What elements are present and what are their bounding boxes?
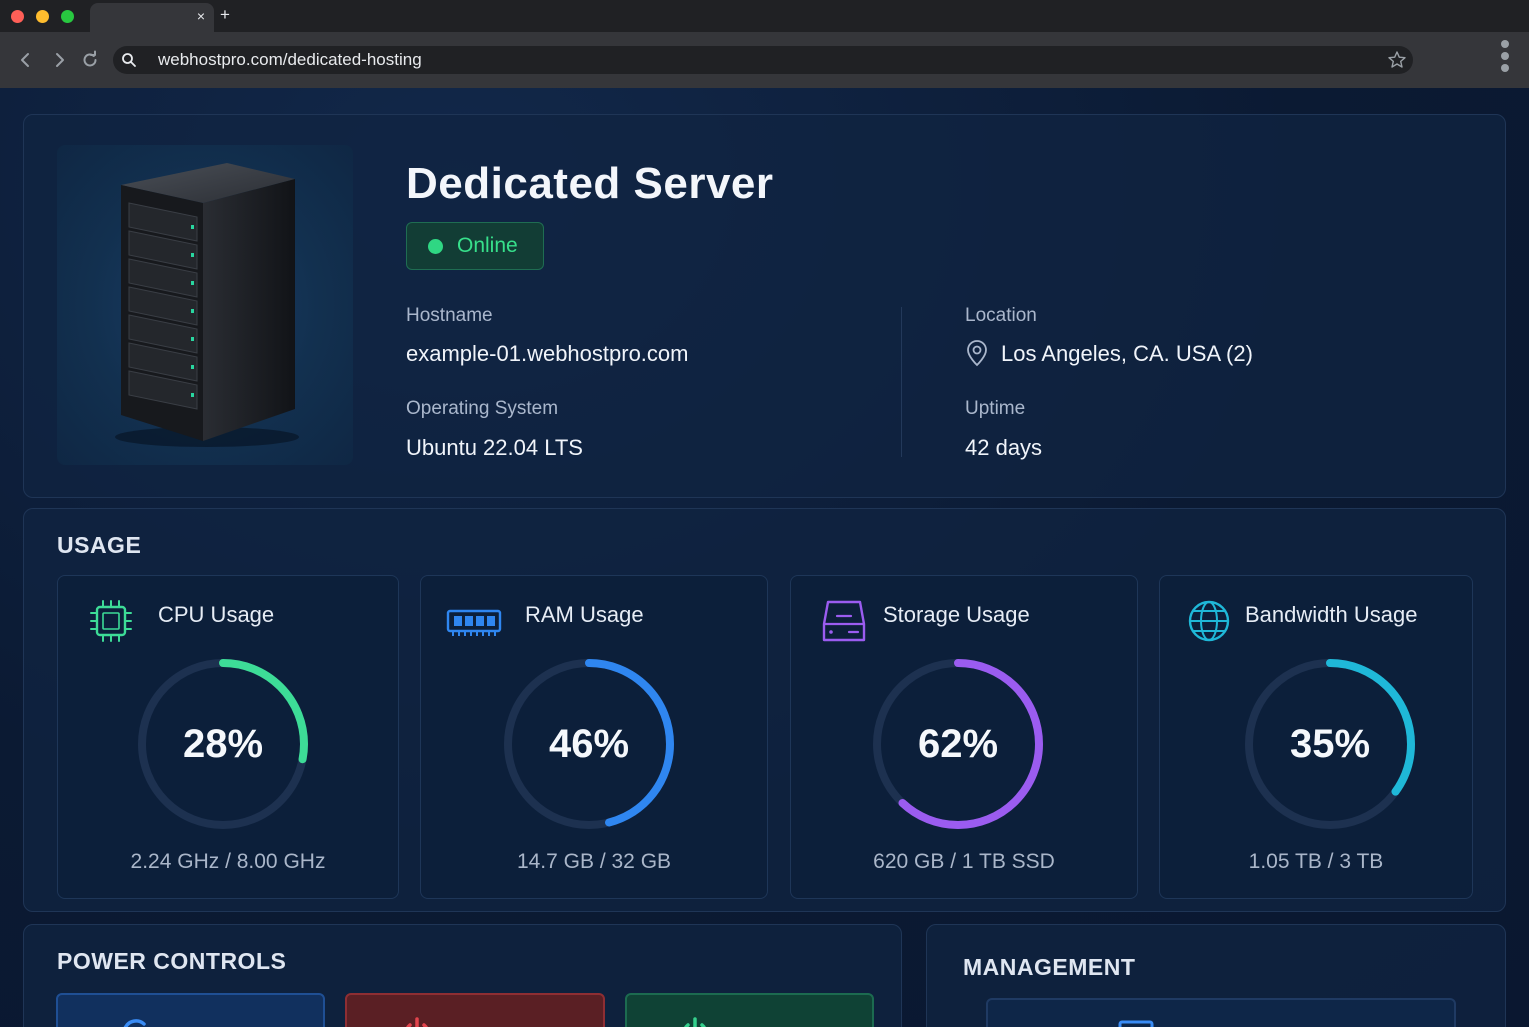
bandwidth-detail: 1.05 TB / 3 TB	[1248, 850, 1384, 873]
page-title: Dedicated Server	[406, 159, 774, 208]
ram-percent: 46%	[548, 722, 630, 766]
location-label: Location	[965, 305, 1037, 326]
hostname-label: Hostname	[406, 305, 493, 326]
power-controls-panel: POWER CONTROLS	[23, 924, 902, 1027]
ram-card-title: RAM Usage	[525, 602, 644, 627]
usage-section-title: USAGE	[57, 532, 142, 558]
bandwidth-percent: 35%	[1289, 722, 1371, 766]
window-close-button[interactable]	[11, 10, 24, 23]
back-arrow-icon[interactable]	[15, 50, 35, 70]
restart-button[interactable]	[56, 993, 325, 1027]
ram-usage-card: RAM Usage 46% 14.7 GB / 32 GB	[420, 575, 768, 899]
hostname-value: example-01.webhostpro.com	[406, 341, 689, 366]
server-image	[57, 145, 353, 465]
bandwidth-usage-card: Bandwidth Usage 35% 1.05 TB / 3 TB	[1159, 575, 1473, 899]
storage-detail: 620 GB / 1 TB SSD	[873, 850, 1055, 873]
location-value: Los Angeles, CA. USA (2)	[1001, 341, 1253, 366]
cpu-usage-card: CPU Usage 28% 2.24 GHz / 8.00 GHz	[57, 575, 399, 899]
os-value: Ubuntu 22.04 LTS	[406, 435, 583, 460]
browser-tab-bar: × +	[0, 0, 1529, 32]
tab-close-icon[interactable]: ×	[194, 8, 208, 24]
uptime-label: Uptime	[965, 398, 1026, 419]
monitor-icon	[1118, 1020, 1154, 1027]
management-panel: MANAGEMENT	[926, 924, 1506, 1027]
location-pin-icon	[967, 340, 987, 367]
storage-percent: 62%	[917, 722, 999, 766]
power-off-icon	[406, 1017, 428, 1027]
management-title: MANAGEMENT	[963, 954, 1136, 980]
globe-icon	[1188, 600, 1230, 642]
browser-toolbar: webhostpro.com/dedicated-hosting	[0, 32, 1529, 88]
cpu-percent: 28%	[182, 722, 264, 766]
cpu-detail: 2.24 GHz / 8.00 GHz	[130, 850, 326, 873]
server-tower-icon	[115, 163, 299, 447]
shutdown-button[interactable]	[345, 993, 605, 1027]
storage-usage-card: Storage Usage 62% 620 GB / 1 TB SSD	[790, 575, 1138, 899]
status-text: Online	[457, 234, 518, 257]
power-on-icon	[684, 1017, 706, 1027]
usage-panel: USAGE CPU Usage 28% 2.24 GHz / 8.00 GHz	[23, 508, 1506, 912]
power-controls-title: POWER CONTROLS	[57, 948, 287, 974]
search-icon	[122, 53, 136, 67]
reload-icon[interactable]	[80, 50, 100, 70]
cpu-icon	[90, 600, 132, 642]
ram-detail: 14.7 GB / 32 GB	[516, 850, 672, 873]
bandwidth-card-title: Bandwidth Usage	[1245, 602, 1418, 627]
url-text[interactable]: webhostpro.com/dedicated-hosting	[158, 51, 422, 69]
page-content: Dedicated Server Online Hostname example…	[0, 88, 1529, 1027]
hard-drive-icon	[822, 600, 866, 642]
window-minimize-button[interactable]	[36, 10, 49, 23]
os-label: Operating System	[406, 398, 559, 419]
browser-tab[interactable]: ×	[90, 3, 214, 32]
ram-icon	[446, 609, 502, 636]
new-tab-button[interactable]: +	[218, 5, 232, 25]
status-dot-icon	[428, 239, 443, 254]
storage-card-title: Storage Usage	[883, 602, 1030, 627]
window-maximize-button[interactable]	[61, 10, 74, 23]
start-button[interactable]	[625, 993, 874, 1027]
status-badge: Online	[406, 222, 544, 270]
bookmark-star-icon[interactable]	[1387, 50, 1407, 70]
forward-arrow-icon[interactable]	[50, 50, 70, 70]
browser-menu-icon[interactable]	[1499, 40, 1511, 76]
management-item[interactable]	[986, 998, 1456, 1027]
info-divider	[901, 307, 902, 457]
cpu-card-title: CPU Usage	[158, 602, 275, 627]
uptime-value: 42 days	[965, 435, 1043, 460]
address-bar[interactable]: webhostpro.com/dedicated-hosting	[113, 46, 1413, 74]
restart-icon	[123, 1019, 146, 1027]
server-overview-panel: Dedicated Server Online Hostname example…	[23, 114, 1506, 498]
